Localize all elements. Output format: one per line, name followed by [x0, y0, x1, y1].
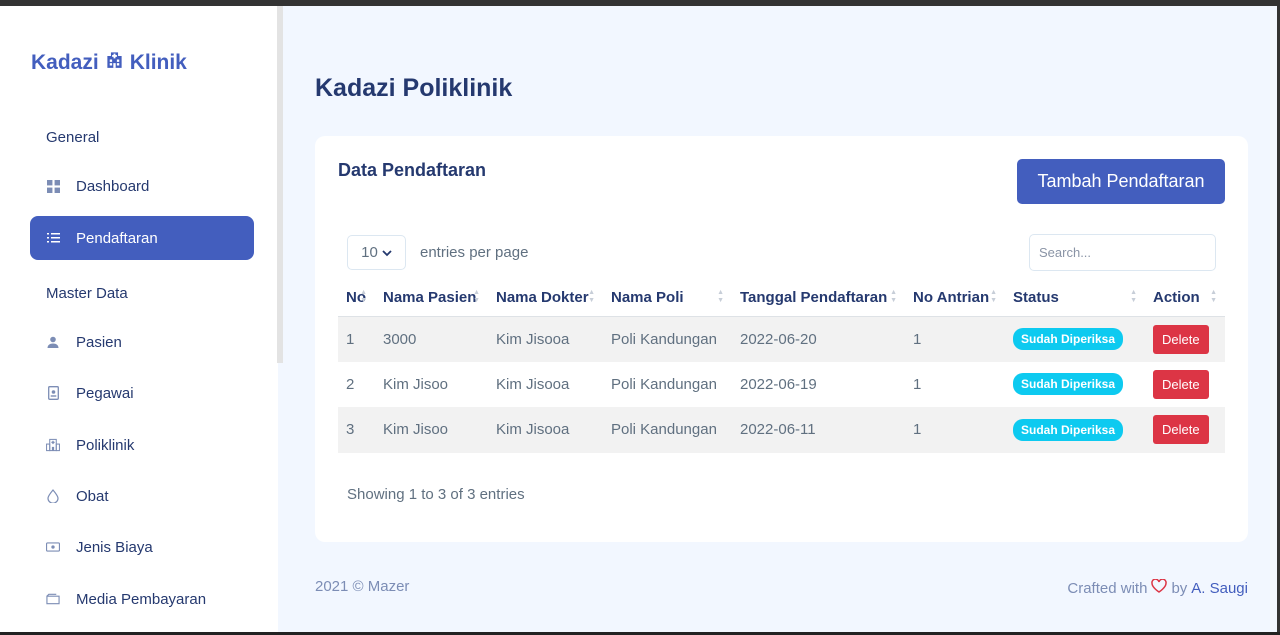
hospital-icon: [105, 50, 124, 75]
footer-credits: Crafted with by A. Saugi: [1067, 578, 1248, 598]
cell-nama-dokter: Kim Jisooa: [488, 407, 603, 453]
sidebar-item-obat[interactable]: Obat: [30, 474, 254, 518]
sort-icon: ▲ ▼: [473, 289, 480, 304]
table-info: Showing 1 to 3 of 3 entries: [347, 486, 525, 503]
delete-button[interactable]: Delete: [1153, 415, 1209, 445]
sidebar-item-label: Jenis Biaya: [76, 538, 153, 556]
sidebar: Kadazi Klinik General Dashboard Pendafta…: [0, 6, 278, 632]
sidebar-item-label: Pegawai: [76, 384, 134, 402]
grid-icon: [46, 179, 60, 193]
add-registration-button[interactable]: Tambah Pendaftaran: [1017, 159, 1225, 204]
column-header-nama-dokter[interactable]: Nama Dokter ▲ ▼: [488, 280, 603, 317]
cell-status: Sudah Diperiksa: [1005, 316, 1145, 362]
table-row: 3 Kim Jisoo Kim Jisooa Poli Kandungan 20…: [338, 407, 1225, 453]
column-header-nama-pasien[interactable]: Nama Pasien ▲ ▼: [375, 280, 488, 317]
cell-action: Delete: [1145, 316, 1225, 362]
sort-icon: ▲ ▼: [890, 289, 897, 304]
brand-name-right: Klinik: [129, 50, 187, 74]
sort-icon: ▲ ▼: [990, 289, 997, 304]
sidebar-item-label: Obat: [76, 487, 109, 505]
sort-icon: ▲ ▼: [717, 289, 724, 304]
sidebar-item-label: Pendaftaran: [76, 229, 158, 247]
footer-author-link[interactable]: A. Saugi: [1191, 580, 1248, 597]
cell-status: Sudah Diperiksa: [1005, 407, 1145, 453]
brand-name-left: Kadazi: [31, 50, 99, 74]
sidebar-item-jenis-biaya[interactable]: Jenis Biaya: [30, 525, 254, 569]
status-badge: Sudah Diperiksa: [1013, 328, 1124, 350]
entries-per-page-label: entries per page: [420, 244, 529, 261]
cell-no-antrian: 1: [905, 316, 1005, 362]
cell-no-antrian: 1: [905, 407, 1005, 453]
sidebar-item-label: Poliklinik: [76, 436, 135, 454]
column-header-nama-poli[interactable]: Nama Poli ▲ ▼: [603, 280, 732, 317]
delete-button[interactable]: Delete: [1153, 324, 1209, 354]
footer-by-text: by: [1171, 579, 1188, 597]
sort-icon: ▲ ▼: [1130, 289, 1137, 304]
sidebar-scrollbar[interactable]: [277, 6, 283, 363]
cell-tanggal: 2022-06-19: [740, 375, 817, 393]
brand-logo[interactable]: Kadazi Klinik: [31, 50, 187, 75]
cell-no: 2: [346, 375, 355, 393]
sidebar-item-pendaftaran[interactable]: Pendaftaran: [30, 216, 254, 260]
cell-status: Sudah Diperiksa: [1005, 362, 1145, 408]
heart-icon: [1151, 578, 1168, 598]
sort-icon: ▲ ▼: [360, 289, 367, 304]
building-icon: [46, 438, 60, 452]
cell-no: 1: [338, 316, 375, 362]
column-header-no-antrian[interactable]: No Antrian ▲ ▼: [905, 280, 1005, 317]
sort-icon: ▲ ▼: [1210, 289, 1217, 304]
cell-nama-poli: Poli Kandungan: [603, 316, 732, 362]
cell-nama-dokter: Kim Jisooa: [496, 375, 570, 393]
column-header-tanggal-pendaftaran[interactable]: Tanggal Pendaftaran ▲ ▼: [732, 280, 905, 317]
registration-table: No ▲ ▼ Nama Pasien ▲ ▼ Nama Dokter ▲ ▼ Nama Po…: [338, 280, 1225, 453]
status-badge: Sudah Diperiksa: [1013, 418, 1124, 441]
entries-per-page-select[interactable]: 10: [347, 235, 406, 270]
droplet-icon: [46, 489, 60, 503]
card-title: Data Pendaftaran: [338, 160, 487, 180]
cell-nama-pasien: Kim Jisoo: [375, 407, 488, 453]
person-icon: [46, 336, 60, 348]
wallet-icon: [46, 593, 60, 605]
footer-crafted-text: Crafted with: [1067, 579, 1148, 597]
column-header-status[interactable]: Status ▲ ▼: [1005, 280, 1145, 317]
sidebar-item-poliklinik[interactable]: Poliklinik: [30, 423, 254, 467]
sidebar-item-label: Media Pembayaran: [76, 590, 207, 608]
cell-action: Delete: [1145, 407, 1225, 453]
table-row: 2 Kim Jisoo Kim Jisooa Poli Kandungan 20…: [338, 362, 1225, 408]
cell-nama-pasien: 3000: [375, 316, 488, 362]
cell-nama-poli: Poli Kandungan: [611, 375, 717, 393]
sidebar-item-dashboard[interactable]: Dashboard: [30, 164, 254, 208]
footer-copyright: 2021 © Mazer: [315, 578, 410, 595]
cell-nama-dokter: Kim Jisooa: [488, 316, 603, 362]
delete-button[interactable]: Delete: [1153, 369, 1209, 399]
table-header-row: No ▲ ▼ Nama Pasien ▲ ▼ Nama Dokter ▲ ▼ Nama Po…: [338, 280, 1225, 317]
column-header-action[interactable]: Action ▲ ▼: [1145, 280, 1225, 317]
cell-no: 3: [338, 407, 375, 453]
cell-action: Delete: [1145, 362, 1225, 408]
chevron-down-icon: [382, 244, 392, 261]
list-icon: [46, 232, 60, 244]
badge-icon: [46, 386, 60, 400]
sidebar-item-media-pembayaran[interactable]: Media Pembayaran: [30, 577, 254, 621]
table-row: 1 3000 Kim Jisooa Poli Kandungan 2022-06…: [338, 316, 1225, 362]
sort-icon: ▲ ▼: [588, 289, 595, 304]
cell-nama-pasien: Kim Jisoo: [383, 375, 449, 393]
sidebar-item-label: Pasien: [76, 333, 122, 351]
sidebar-item-label: Dashboard: [76, 177, 150, 195]
search-input[interactable]: [1029, 234, 1216, 271]
cell-tanggal: 2022-06-11: [732, 407, 905, 453]
cash-icon: [46, 542, 60, 552]
menu-section-master-data: Master Data: [46, 285, 128, 302]
sidebar-item-pasien[interactable]: Pasien: [30, 320, 254, 364]
per-page-value: 10: [361, 244, 378, 261]
cell-tanggal: 2022-06-20: [732, 316, 905, 362]
menu-section-general: General: [46, 129, 100, 146]
cell-no-antrian: 1: [913, 375, 922, 393]
cell-nama-poli: Poli Kandungan: [603, 407, 732, 453]
page-title: Kadazi Poliklinik: [315, 74, 513, 102]
registration-card: Data Pendaftaran Tambah Pendaftaran 10 e…: [315, 136, 1248, 542]
sidebar-item-pegawai[interactable]: Pegawai: [30, 371, 254, 415]
column-header-no[interactable]: No ▲ ▼: [338, 280, 375, 317]
status-badge: Sudah Diperiksa: [1013, 373, 1124, 396]
